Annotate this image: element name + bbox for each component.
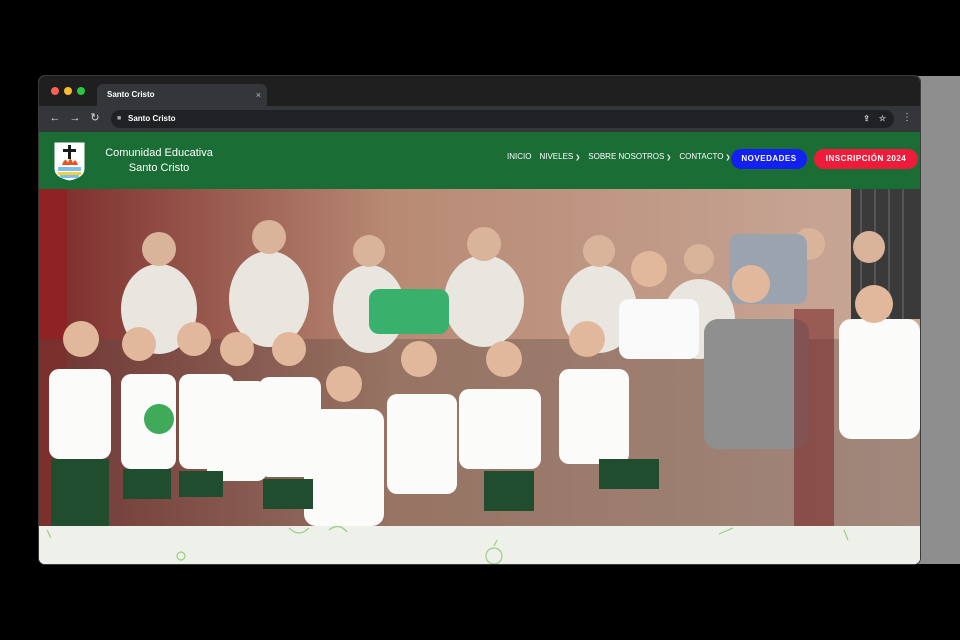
browser-window: Santo Cristo × ← → ↻ ■ Santo Cristo ⇪ ☆ … bbox=[39, 76, 920, 564]
hero-image bbox=[39, 189, 920, 526]
browser-tab[interactable]: Santo Cristo × bbox=[97, 84, 267, 106]
title-bar: Santo Cristo × bbox=[39, 76, 920, 106]
nav-contacto-label: CONTACTO bbox=[679, 152, 724, 161]
inscripcion-button[interactable]: INSCRIPCIÓN 2024 bbox=[814, 149, 918, 169]
nav-sobre-nosotros-label: SOBRE NOSOTROS bbox=[588, 152, 665, 161]
star-icon[interactable]: ☆ bbox=[879, 110, 886, 128]
nav-sobre-nosotros[interactable]: SOBRE NOSOTROS ❯ bbox=[588, 152, 671, 161]
reload-icon[interactable]: ↻ bbox=[87, 110, 103, 126]
browser-toolbar: ← → ↻ ■ Santo Cristo ⇪ ☆ ⋮ bbox=[39, 106, 920, 132]
back-icon[interactable]: ← bbox=[47, 110, 63, 126]
chevron-down-icon: ❯ bbox=[575, 155, 581, 161]
tab-title: Santo Cristo bbox=[107, 90, 155, 99]
chevron-down-icon: ❯ bbox=[666, 155, 672, 161]
nav-inicio[interactable]: INICIO bbox=[507, 152, 531, 161]
school-logo[interactable] bbox=[53, 141, 86, 182]
lock-icon: ■ bbox=[117, 115, 122, 122]
nav-contacto[interactable]: CONTACTO ❯ bbox=[679, 152, 730, 161]
window-controls bbox=[51, 87, 85, 95]
nav-niveles-label: NIVELES bbox=[539, 152, 574, 161]
brand-title[interactable]: Comunidad Educativa Santo Cristo bbox=[100, 146, 218, 176]
brand-line-1: Comunidad Educativa bbox=[105, 147, 213, 159]
page-below-hero bbox=[39, 525, 920, 564]
site-header: Comunidad Educativa Santo Cristo INICIO … bbox=[39, 132, 920, 189]
web-page: Comunidad Educativa Santo Cristo INICIO … bbox=[39, 132, 920, 564]
novedades-button[interactable]: NOVEDADES bbox=[731, 149, 807, 169]
chevron-down-icon: ❯ bbox=[725, 155, 731, 161]
doodle-pattern bbox=[46, 525, 849, 564]
close-window-button[interactable] bbox=[51, 87, 59, 95]
main-nav: INICIO NIVELES ❯ SOBRE NOSOTROS ❯ CONTACTO… bbox=[507, 152, 731, 161]
url-text: Santo Cristo bbox=[128, 114, 176, 123]
nav-inicio-label: INICIO bbox=[507, 152, 532, 161]
maximize-window-button[interactable] bbox=[77, 87, 85, 95]
menu-icon[interactable]: ⋮ bbox=[902, 110, 912, 126]
address-bar[interactable]: ■ Santo Cristo ⇪ ☆ bbox=[111, 110, 894, 128]
forward-icon[interactable]: → bbox=[67, 110, 83, 126]
nav-niveles[interactable]: NIVELES ❯ bbox=[539, 152, 580, 161]
brand-line-2: Santo Cristo bbox=[128, 162, 190, 174]
minimize-window-button[interactable] bbox=[64, 87, 72, 95]
tab-close-icon[interactable]: × bbox=[256, 84, 261, 106]
share-icon[interactable]: ⇪ bbox=[863, 110, 870, 128]
group-photo bbox=[39, 189, 920, 526]
